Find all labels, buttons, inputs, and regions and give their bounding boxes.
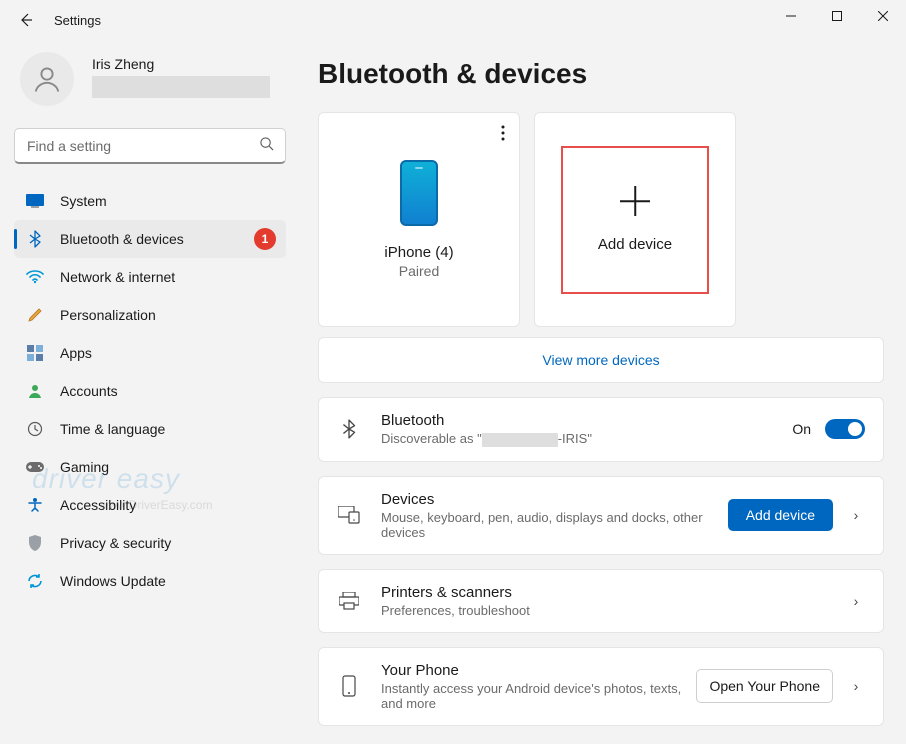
add-device-button[interactable]: Add device xyxy=(728,499,833,531)
accounts-icon xyxy=(26,382,44,400)
sidebar-item-gaming[interactable]: Gaming xyxy=(14,448,286,486)
nav-label: Personalization xyxy=(60,307,156,323)
nav-label: Bluetooth & devices xyxy=(60,231,184,247)
sidebar-item-accounts[interactable]: Accounts xyxy=(14,372,286,410)
back-arrow-icon xyxy=(18,12,34,28)
user-icon xyxy=(32,64,62,94)
window-controls xyxy=(768,0,906,32)
devices-icon xyxy=(337,506,361,524)
plus-icon xyxy=(620,186,650,216)
avatar xyxy=(20,52,74,106)
system-icon xyxy=(26,192,44,210)
row-subtitle: Preferences, troubleshoot xyxy=(381,603,847,618)
sidebar-item-personalization[interactable]: Personalization xyxy=(14,296,286,334)
nav-label: Gaming xyxy=(60,459,109,475)
chevron-right-icon[interactable]: › xyxy=(847,678,865,694)
row-title: Devices xyxy=(381,491,728,508)
shield-icon xyxy=(26,534,44,552)
search-input[interactable] xyxy=(14,128,286,164)
sidebar: Iris Zheng System Bluetooth & devices 1 xyxy=(0,40,300,744)
add-device-label: Add device xyxy=(598,236,672,253)
update-icon xyxy=(26,572,44,590)
nav-label: Time & language xyxy=(60,421,165,437)
toggle-state-label: On xyxy=(792,421,811,437)
row-subtitle: Discoverable as "-IRIS" xyxy=(381,431,792,447)
nav-label: Accounts xyxy=(60,383,118,399)
row-title: Bluetooth xyxy=(381,412,792,429)
bluetooth-icon xyxy=(337,419,361,439)
view-more-devices-link[interactable]: View more devices xyxy=(318,337,884,383)
sidebar-item-privacy[interactable]: Privacy & security xyxy=(14,524,286,562)
open-your-phone-button[interactable]: Open Your Phone xyxy=(696,669,833,703)
row-title: Printers & scanners xyxy=(381,584,847,601)
sidebar-item-accessibility[interactable]: Accessibility xyxy=(14,486,286,524)
device-name: iPhone (4) xyxy=(384,244,453,261)
main-content: Bluetooth & devices iPhone (4) Paired Ad… xyxy=(300,40,906,744)
sidebar-item-network[interactable]: Network & internet xyxy=(14,258,286,296)
paired-device-card[interactable]: iPhone (4) Paired xyxy=(318,112,520,327)
apps-icon xyxy=(26,344,44,362)
device-status: Paired xyxy=(399,263,439,279)
row-title: Your Phone xyxy=(381,662,696,679)
sidebar-item-apps[interactable]: Apps xyxy=(14,334,286,372)
nav-label: Network & internet xyxy=(60,269,175,285)
maximize-icon xyxy=(832,11,842,21)
user-email-redacted xyxy=(92,76,270,98)
printers-row[interactable]: Printers & scanners Preferences, trouble… xyxy=(318,569,884,633)
sidebar-item-time-language[interactable]: Time & language xyxy=(14,410,286,448)
sidebar-item-bluetooth-devices[interactable]: Bluetooth & devices 1 xyxy=(14,220,286,258)
bluetooth-row: Bluetooth Discoverable as "-IRIS" On xyxy=(318,397,884,462)
sidebar-item-system[interactable]: System xyxy=(14,182,286,220)
annotation-badge: 1 xyxy=(254,228,276,250)
device-more-button[interactable] xyxy=(497,121,509,150)
close-button[interactable] xyxy=(860,0,906,32)
nav-label: Apps xyxy=(60,345,92,361)
minimize-icon xyxy=(786,11,796,21)
chevron-right-icon[interactable]: › xyxy=(847,507,865,523)
minimize-button[interactable] xyxy=(768,0,814,32)
nav-list: System Bluetooth & devices 1 Network & i… xyxy=(14,182,286,600)
nav-label: Windows Update xyxy=(60,573,166,589)
sidebar-item-windows-update[interactable]: Windows Update xyxy=(14,562,286,600)
phone-icon xyxy=(337,675,361,697)
printer-icon xyxy=(337,592,361,610)
paintbrush-icon xyxy=(26,306,44,324)
nav-label: Accessibility xyxy=(60,497,136,513)
clock-icon xyxy=(26,420,44,438)
user-profile[interactable]: Iris Zheng xyxy=(14,52,286,106)
window-title: Settings xyxy=(54,13,101,28)
devices-row[interactable]: Devices Mouse, keyboard, pen, audio, dis… xyxy=(318,476,884,555)
accessibility-icon xyxy=(26,496,44,514)
bluetooth-icon xyxy=(26,230,44,248)
view-more-text: View more devices xyxy=(542,352,659,368)
chevron-right-icon[interactable]: › xyxy=(847,593,865,609)
your-phone-row[interactable]: Your Phone Instantly access your Android… xyxy=(318,647,884,726)
nav-label: Privacy & security xyxy=(60,535,171,551)
gaming-icon xyxy=(26,458,44,476)
search-container xyxy=(14,128,286,164)
phone-icon xyxy=(400,160,438,226)
close-icon xyxy=(878,11,888,21)
more-vertical-icon xyxy=(501,125,505,141)
wifi-icon xyxy=(26,268,44,286)
search-icon xyxy=(259,136,274,156)
user-name: Iris Zheng xyxy=(92,56,270,72)
row-subtitle: Instantly access your Android device's p… xyxy=(381,681,696,711)
redacted-hostname xyxy=(482,433,558,447)
bluetooth-toggle[interactable] xyxy=(825,419,865,439)
row-subtitle: Mouse, keyboard, pen, audio, displays an… xyxy=(381,510,728,540)
back-button[interactable] xyxy=(12,6,40,34)
add-device-card[interactable]: Add device xyxy=(534,112,736,327)
device-cards: iPhone (4) Paired Add device xyxy=(318,112,884,327)
nav-label: System xyxy=(60,193,107,209)
add-device-highlight: Add device xyxy=(561,146,709,294)
page-title: Bluetooth & devices xyxy=(318,58,884,90)
maximize-button[interactable] xyxy=(814,0,860,32)
